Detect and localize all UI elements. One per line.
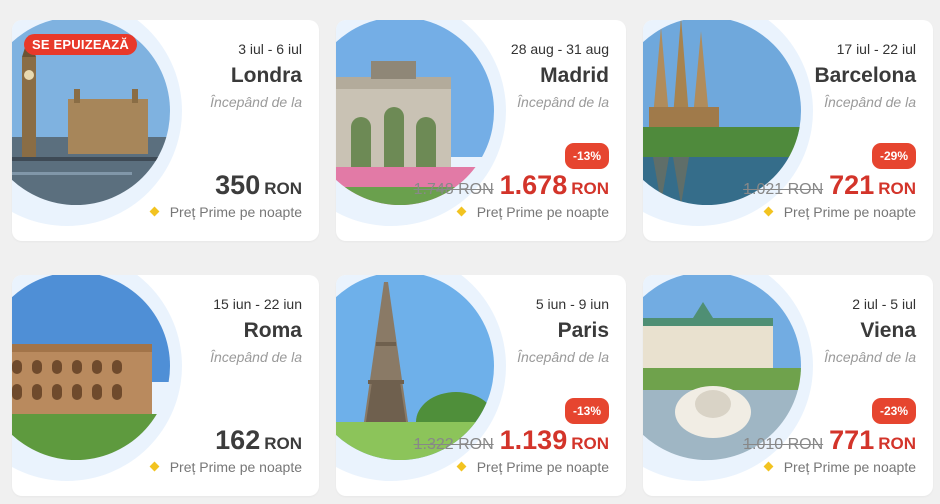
diamond-icon xyxy=(456,206,467,217)
travel-dates: 3 iul - 6 iul xyxy=(238,41,302,57)
diamond-icon xyxy=(456,461,467,472)
deal-card-londra[interactable]: SE EPUIZEAZĂ 3 iul - 6 iul Londra Începâ… xyxy=(12,20,319,241)
old-price: 1.748 RON xyxy=(413,181,494,198)
discount-badge: -29% xyxy=(871,143,916,169)
prime-price-note: Preț Prime pe noapte xyxy=(149,204,302,220)
price-currency: RON xyxy=(571,179,609,198)
price-row: 1.748 RON 1.678 RON xyxy=(414,170,609,201)
travel-dates: 17 iul - 22 iul xyxy=(836,41,916,57)
price-value: 162 xyxy=(215,425,261,455)
price-row: 162 RON xyxy=(215,425,302,456)
price-value: 350 xyxy=(215,170,261,200)
price-currency: RON xyxy=(878,434,916,453)
discount-badge: -13% xyxy=(564,398,609,424)
from-label: Începând de la xyxy=(517,349,609,365)
from-label: Începând de la xyxy=(824,94,916,110)
travel-dates: 28 aug - 31 aug xyxy=(510,41,609,57)
old-price: 1.322 RON xyxy=(413,436,494,453)
sold-out-badge: SE EPUIZEAZĂ xyxy=(24,34,138,55)
prime-price-note: Preț Prime pe noapte xyxy=(763,459,916,475)
price-row: 1.322 RON 1.139 RON xyxy=(414,425,609,456)
deal-card-paris[interactable]: 5 iun - 9 iun Paris Începând de la -13% … xyxy=(336,275,626,496)
price-value: 1.678 xyxy=(499,170,568,200)
price-row: 1.021 RON 721 RON xyxy=(743,170,916,201)
price-currency: RON xyxy=(264,179,302,198)
travel-dates: 5 iun - 9 iun xyxy=(535,296,609,312)
city-name: Roma xyxy=(243,319,302,342)
price-row: 350 RON xyxy=(215,170,302,201)
price-value: 721 xyxy=(829,170,875,200)
prime-price-note: Preț Prime pe noapte xyxy=(763,204,916,220)
price-value: 771 xyxy=(829,425,875,455)
price-currency: RON xyxy=(878,179,916,198)
diamond-icon xyxy=(149,461,160,472)
prime-price-note: Preț Prime pe noapte xyxy=(456,459,609,475)
travel-dates: 2 iul - 5 iul xyxy=(852,296,916,312)
travel-dates: 15 iun - 22 iun xyxy=(213,296,302,312)
prime-price-note: Preț Prime pe noapte xyxy=(456,204,609,220)
discount-badge: -23% xyxy=(871,398,916,424)
price-value: 1.139 xyxy=(499,425,568,455)
from-label: Începând de la xyxy=(210,94,302,110)
discount-badge: -13% xyxy=(564,143,609,169)
city-name: Viena xyxy=(860,319,916,342)
diamond-icon xyxy=(763,461,774,472)
city-name: Barcelona xyxy=(814,64,916,87)
from-label: Începând de la xyxy=(517,94,609,110)
deal-card-roma[interactable]: 15 iun - 22 iun Roma Începând de la 162 R… xyxy=(12,275,319,496)
price-row: 1.010 RON 771 RON xyxy=(743,425,916,456)
city-name: Madrid xyxy=(540,64,609,87)
deal-card-viena[interactable]: 2 iul - 5 iul Viena Începând de la -23% … xyxy=(643,275,933,496)
price-currency: RON xyxy=(571,434,609,453)
diamond-icon xyxy=(149,206,160,217)
price-currency: RON xyxy=(264,434,302,453)
city-name: Londra xyxy=(230,64,302,87)
from-label: Începând de la xyxy=(824,349,916,365)
from-label: Începând de la xyxy=(210,349,302,365)
city-name: Paris xyxy=(557,319,609,342)
old-price: 1.010 RON xyxy=(743,436,824,453)
diamond-icon xyxy=(763,206,774,217)
old-price: 1.021 RON xyxy=(743,181,824,198)
deal-card-madrid[interactable]: 28 aug - 31 aug Madrid Începând de la -1… xyxy=(336,20,626,241)
prime-price-note: Preț Prime pe noapte xyxy=(149,459,302,475)
deal-card-barcelona[interactable]: 17 iul - 22 iul Barcelona Începând de la… xyxy=(643,20,933,241)
